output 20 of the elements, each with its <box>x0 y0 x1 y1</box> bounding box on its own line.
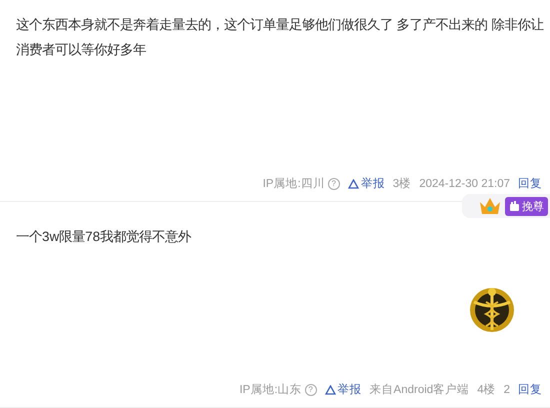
ip-location: IP属地:山东 <box>239 382 302 397</box>
help-icon[interactable]: ? <box>304 384 317 396</box>
floor-number: 4楼 <box>477 382 496 397</box>
floor-number: 3楼 <box>392 176 412 191</box>
warning-icon <box>324 384 336 394</box>
badge-button[interactable]: 挽尊 <box>505 196 548 216</box>
post-time: 2 <box>504 384 510 396</box>
fist-icon <box>509 200 520 212</box>
ip-location: IP属地:四川 <box>262 176 325 191</box>
post-text: 一个3w限量78我都觉得不意外 <box>16 228 192 246</box>
client-source: 来自Android客户端 <box>370 382 470 397</box>
post-text: 这个东西本身就不是奔着走量去的，这个订单量足够他们做很久了 多了产不出来的 除非你让消费者可以等你好多年 <box>16 16 544 59</box>
reply-link[interactable]: 回复 <box>518 176 542 191</box>
help-icon[interactable]: ? <box>328 178 340 190</box>
crown-icon <box>478 196 502 216</box>
report-link[interactable]: 举报 <box>324 382 362 397</box>
warning-icon <box>348 178 359 188</box>
report-link[interactable]: 举报 <box>348 176 385 191</box>
post-time: 2024-12-30 21:07 <box>419 178 510 190</box>
reply-link[interactable]: 回复 <box>518 382 542 397</box>
